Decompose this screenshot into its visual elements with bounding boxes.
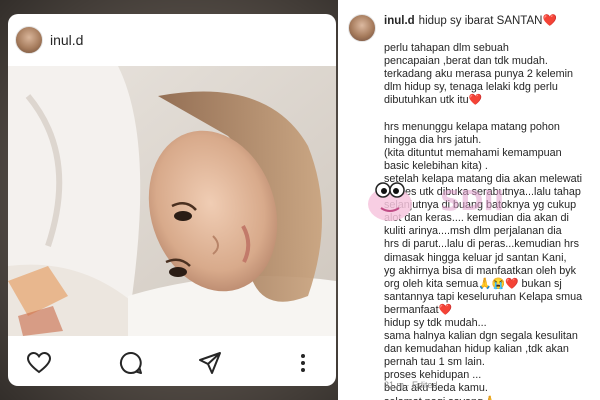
caption-line: basic kelebihan kita) . [384,159,488,172]
caption-line: hrs di parut...lalu di peras...kemudian … [384,238,580,251]
caption-line: (kita dituntut memahami kemampuan [384,146,562,159]
caption-line: terkadang aku merasa punya 2 kelemin [384,68,574,81]
caption-header: inul.d hidup sy ibarat SANTAN❤️ [384,13,557,27]
caption-line: pernah tau 1 sm lain. [384,356,485,369]
caption-line: dlm hidup sy, tenaga lelaki kdg perlu [384,81,558,94]
caption-panel: inul.d hidup sy ibarat SANTAN❤️ perlu tah… [338,0,600,400]
post-meta: 31 m · Edited [384,380,438,390]
caption-line: bermanfaat❤️ [384,303,453,316]
post-photo[interactable] [8,66,336,336]
caption-line: hrs menunggu kelapa matang pohon [384,120,560,133]
post-screenshot: inul.d [0,0,338,400]
post-header: inul.d [8,14,336,66]
caption-avatar[interactable] [348,14,376,42]
like-button[interactable] [26,350,52,376]
caption-line: sama halnya kalian dgn segala kesulitan [384,330,578,343]
emoji-sticker-icon [368,182,412,221]
post-actions-bar [8,342,336,382]
caption-line: selamat pagi sayang🙏 [384,396,598,400]
avatar[interactable] [15,26,43,54]
caption-line: dan kemudahan hidup kalian ,tdk akan [384,343,569,356]
heart-icon [27,352,51,374]
watermark-text: SDII [440,184,505,217]
more-options-icon [301,354,305,372]
send-icon [199,352,221,374]
post-username[interactable]: inul.d [50,32,83,48]
caption-line: pencapaian ,berat dan tdk mudah. [384,55,548,68]
caption-line: dibutuhkan utk itu❤️ [384,94,483,107]
caption-line: org oleh kita semua🙏😭❤️ bukan sj [384,277,562,290]
caption-username[interactable]: inul.d [384,15,415,27]
post-photo-image [8,66,336,336]
share-button[interactable] [197,350,223,376]
watermark-overlay: SDII [366,178,556,222]
caption-line: hidup sy tdk mudah... [384,316,487,329]
caption-line [384,107,598,120]
caption-line: kuliti arinya....msh dlm perjalanan dia [384,225,562,238]
comment-button[interactable] [118,350,144,376]
caption-line: santannya tapi keseluruhan Kelapa smua [384,290,583,303]
more-options-button[interactable] [290,350,316,376]
caption-line: perlu tahapan dlm sebuah [384,42,509,54]
caption-headline: hidup sy ibarat SANTAN❤️ [418,15,557,27]
post-card: inul.d [8,14,336,386]
comment-icon [119,351,142,374]
caption-line: yg akhirnya bisa di manfaatkan oleh byk [384,264,577,277]
caption-line: hingga dia hrs jatuh. [384,133,482,146]
caption-line: dimasak hingga keluar jd santan Kani, [384,251,567,264]
